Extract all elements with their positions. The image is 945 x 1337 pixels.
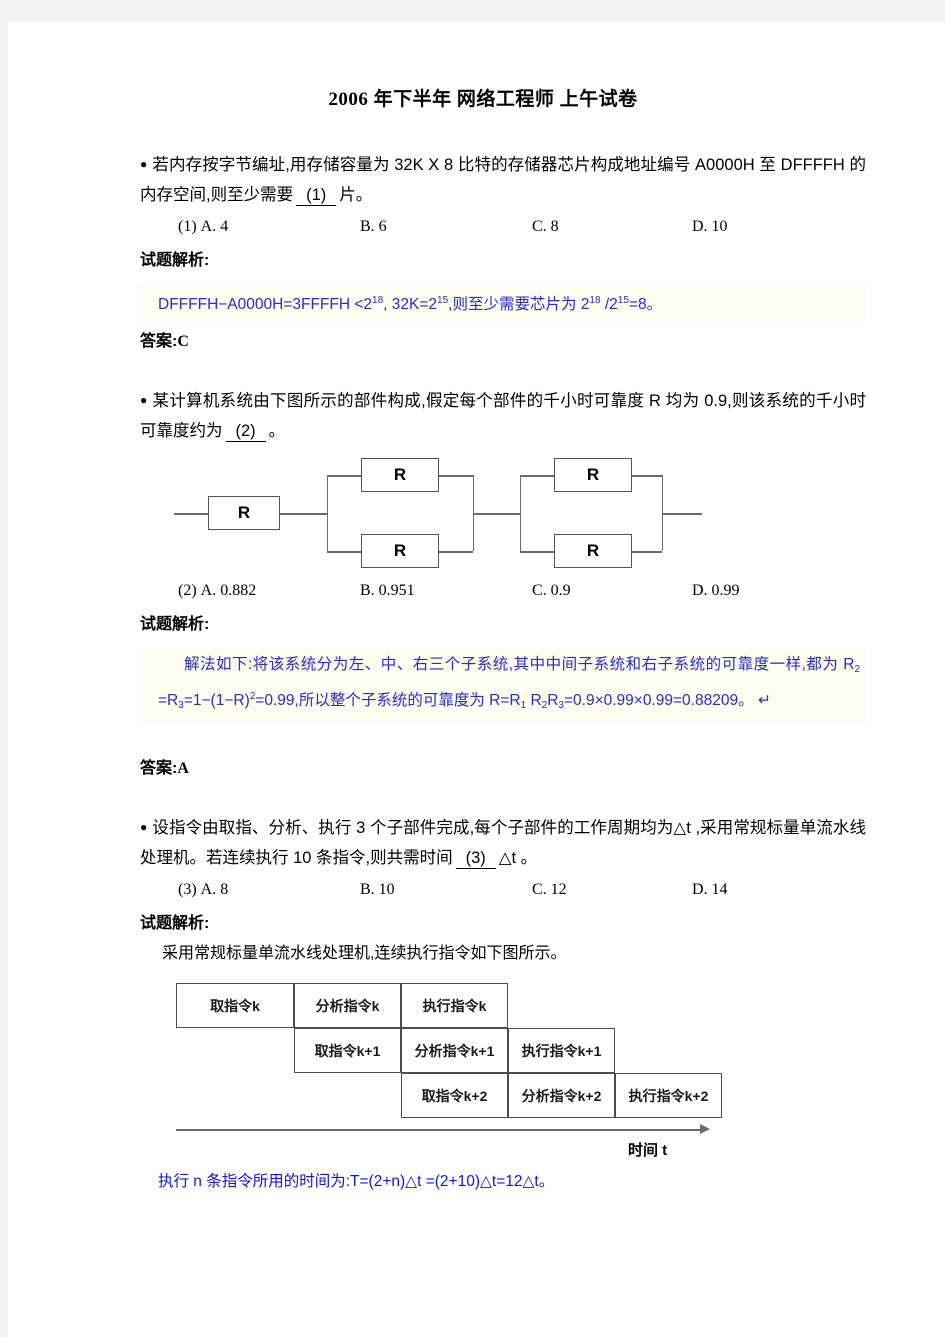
reliability-block-r1: R: [208, 496, 280, 531]
option-label: D. 14: [692, 881, 728, 899]
option-c[interactable]: C. 8: [532, 212, 692, 242]
option-label: A. 4: [200, 218, 229, 235]
option-a[interactable]: (2) A. 0.882: [178, 576, 360, 606]
option-label: B. 0.951: [360, 582, 415, 600]
option-c[interactable]: C. 12: [532, 875, 692, 905]
question-2-explanation: 解法如下:将该系统分为左、中、右三个子系统,其中中间子系统和右子系统的可靠度一样…: [140, 648, 866, 723]
pipeline-cell: 执行指令k: [401, 983, 508, 1029]
question-2-stem-part2: 。: [268, 422, 286, 441]
question-3-explanation-intro: 采用常规标量单流水线处理机,连续执行指令如下图所示。: [162, 945, 567, 963]
option-label: A. 8: [200, 881, 229, 899]
question-3-blank: (3): [455, 849, 496, 870]
reliability-block-g3-bottom: R: [554, 534, 632, 569]
pipeline-cell: 执行指令k+2: [615, 1073, 722, 1119]
wire-group3-bottom-out: [632, 551, 662, 553]
wire-group3-top-in: [520, 475, 554, 477]
answer-value: A: [177, 760, 189, 778]
bullet-icon: ●: [140, 393, 148, 408]
wire-r1-to-group2: [280, 513, 327, 515]
bullet-icon: ●: [140, 157, 148, 171]
option-number: (2): [178, 582, 197, 600]
question-1-explanation: DFFFFH−A0000H=3FFFFH <218, 32K=215,则至少需要…: [140, 284, 866, 322]
option-label: B. 10: [360, 881, 395, 899]
question-1-options: (1) A. 4 B. 6 C. 8 D. 10: [140, 212, 866, 242]
option-c[interactable]: C. 0.9: [532, 576, 692, 606]
pipeline-cell: 分析指令k+2: [508, 1073, 615, 1119]
wire-group2-to-group3: [473, 513, 520, 515]
bullet-icon: ●: [140, 820, 148, 835]
option-d[interactable]: D. 10: [692, 212, 812, 242]
page-title: 2006 年下半年 网络工程师 上午试卷: [328, 89, 638, 110]
document-content: 2006 年下半年 网络工程师 上午试卷 ● 若内存按字节编址,用存储容量为 32…: [140, 84, 866, 1197]
option-b[interactable]: B. 0.951: [360, 576, 532, 606]
wire-group3-top-out: [632, 475, 662, 477]
option-label: D. 0.99: [692, 582, 740, 600]
question-3-stem: ● 设指令由取指、分析、执行 3 个子部件完成,每个子部件的工作周期均为△t ,采…: [140, 812, 866, 873]
time-axis-label: 时间 t: [628, 1142, 668, 1160]
answer-value: C: [177, 333, 189, 351]
question-1-stem: ● 若内存按字节编址,用存储容量为 32K X 8 比特的存储器芯片构成地址编号 …: [140, 149, 866, 210]
question-2-options: (2) A. 0.882 B. 0.951 C. 0.9 D. 0.99: [140, 576, 866, 606]
question-block-2: ● 某计算机系统由下图所示的部件构成,假定每个部件的千小时可靠度 R 均为 0.9…: [140, 385, 866, 784]
option-label: C. 0.9: [532, 582, 571, 600]
wire-group3-left-bus: [520, 475, 522, 552]
question-2-blank: (2): [225, 422, 266, 443]
reliability-block-g2-top: R: [361, 458, 439, 493]
pipeline-cell: 取指令k: [176, 983, 294, 1029]
option-label: B. 6: [360, 218, 387, 235]
wire-group2-bottom-in: [327, 551, 361, 553]
time-axis-arrow-icon: [700, 1124, 710, 1135]
option-a[interactable]: (3) A. 8: [178, 875, 360, 905]
option-label: A. 0.882: [200, 582, 257, 600]
analysis-label-3: 试题解析:: [140, 915, 210, 933]
option-number: (1): [178, 218, 197, 235]
question-2-stem: ● 某计算机系统由下图所示的部件构成,假定每个部件的千小时可靠度 R 均为 0.9…: [140, 385, 866, 446]
question-3-conclusion: 执行 n 条指令所用的时间为:T=(2+n)△t =(2+10)△t=12△t。: [158, 1173, 555, 1191]
question-3-options: (3) A. 8 B. 10 C. 12 D. 14: [140, 875, 866, 905]
question-1-stem-part1: 若内存按字节编址,用存储容量为 32K X 8 比特的存储器芯片构成地址编号 A…: [140, 156, 866, 204]
option-number: (3): [178, 881, 197, 899]
option-b[interactable]: B. 10: [360, 875, 532, 905]
wire-group2-left-bus: [327, 475, 329, 552]
reliability-block-diagram: R R R R R: [174, 458, 702, 570]
option-d[interactable]: D. 14: [692, 875, 812, 905]
option-d[interactable]: D. 0.99: [692, 576, 812, 606]
answer-label: 答案:: [140, 333, 178, 351]
wire-output-lead: [662, 513, 702, 515]
wire-group3-bottom-in: [520, 551, 554, 553]
pipeline-cell: 取指令k+1: [294, 1028, 401, 1074]
wire-group2-bottom-out: [439, 551, 473, 553]
option-a[interactable]: (1) A. 4: [178, 212, 360, 242]
pipeline-cell: 分析指令k+1: [401, 1028, 508, 1074]
reliability-block-g3-top: R: [554, 458, 632, 493]
wire-group2-top-in: [327, 475, 361, 477]
option-label: D. 10: [692, 218, 728, 235]
time-axis-line: [176, 1129, 704, 1131]
question-1-blank: (1): [296, 186, 337, 206]
option-label: C. 8: [532, 218, 559, 235]
reliability-block-g2-bottom: R: [361, 534, 439, 569]
analysis-label-2: 试题解析:: [140, 616, 210, 634]
question-1-answer: 答案:C: [140, 327, 866, 357]
pipeline-cell: 执行指令k+1: [508, 1028, 615, 1074]
answer-label: 答案:: [140, 760, 178, 778]
pipeline-cell: 取指令k+2: [401, 1073, 508, 1119]
question-block-3: ● 设指令由取指、分析、执行 3 个子部件完成,每个子部件的工作周期均为△t ,采…: [140, 812, 866, 1195]
question-1-stem-part2: 片。: [339, 186, 373, 204]
wire-group2-top-out: [439, 475, 473, 477]
pipeline-cell: 分析指令k: [294, 983, 401, 1029]
option-b[interactable]: B. 6: [360, 212, 532, 242]
pipeline-timing-chart: 取指令k 分析指令k 执行指令k 取指令k+1 分析指令k+1 执行指令k+1 …: [176, 983, 736, 1168]
option-label: C. 12: [532, 881, 567, 899]
question-3-stem-part2: △t 。: [498, 849, 538, 868]
wire-input-lead: [174, 513, 208, 515]
analysis-label-1: 试题解析:: [140, 252, 210, 269]
document-page: 2006 年下半年 网络工程师 上午试卷 ● 若内存按字节编址,用存储容量为 32…: [8, 22, 945, 1337]
question-block-1: ● 若内存按字节编址,用存储容量为 32K X 8 比特的存储器芯片构成地址编号 …: [140, 149, 866, 357]
question-2-answer: 答案:A: [140, 754, 866, 784]
